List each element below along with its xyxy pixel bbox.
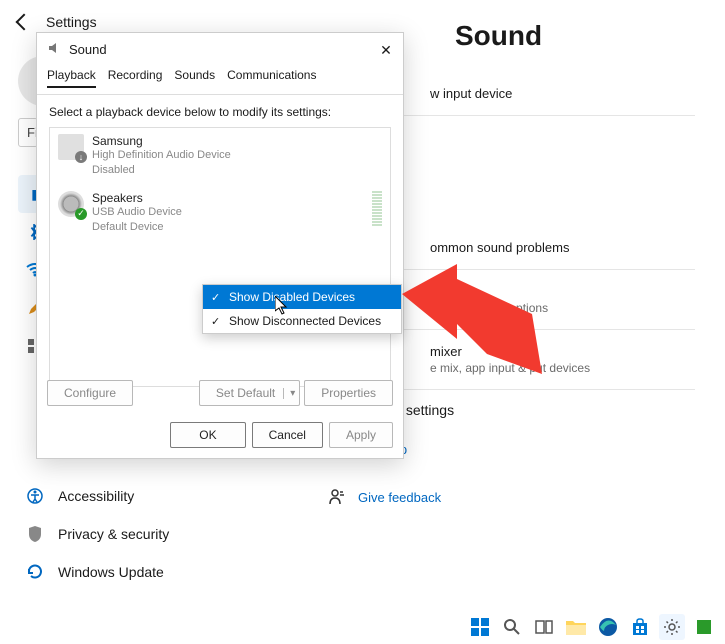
accessibility-icon	[26, 487, 44, 505]
taskbar-store[interactable]	[627, 614, 653, 640]
set-default-button[interactable]: Set Default ▾	[199, 380, 300, 406]
tab-communications[interactable]: Communications	[227, 68, 316, 88]
feedback-icon	[328, 488, 346, 506]
nav-item-windows-update[interactable]: Windows Update	[18, 553, 258, 591]
apply-button[interactable]: Apply	[329, 422, 393, 448]
sound-dialog-icon	[47, 41, 61, 58]
configure-button[interactable]: Configure	[47, 380, 133, 406]
taskbar-explorer[interactable]	[563, 614, 589, 640]
nav-item-accessibility[interactable]: Accessibility	[18, 477, 258, 515]
properties-button[interactable]: Properties	[304, 380, 393, 406]
taskbar-search[interactable]	[499, 614, 525, 640]
nav-label: Accessibility	[58, 488, 134, 504]
check-icon: ✓	[211, 315, 220, 328]
ctx-show-disconnected[interactable]: ✓ Show Disconnected Devices	[203, 309, 401, 333]
level-meter	[372, 191, 382, 236]
back-button[interactable]	[16, 14, 33, 31]
dialog-title: Sound	[69, 42, 107, 57]
close-button[interactable]: ✕	[377, 41, 395, 59]
taskbar	[459, 610, 725, 644]
feedback-link[interactable]: Give feedback	[358, 490, 441, 505]
taskbar-edge[interactable]	[595, 614, 621, 640]
monitor-icon	[58, 134, 84, 160]
find-setting-input[interactable]: Fin	[18, 118, 38, 147]
context-menu: ✓ Show Disabled Devices ✓ Show Disconnec…	[202, 284, 402, 334]
device-speakers[interactable]: Speakers USB Audio Device Default Device	[50, 185, 390, 242]
ok-button[interactable]: OK	[170, 422, 245, 448]
nav-label: Windows Update	[58, 564, 164, 580]
device-list[interactable]: Samsung High Definition Audio Device Dis…	[49, 127, 391, 387]
nav-item-privacy[interactable]: Privacy & security	[18, 515, 258, 553]
nav-label: Privacy & security	[58, 526, 169, 542]
tab-recording[interactable]: Recording	[108, 68, 163, 88]
check-icon: ✓	[211, 291, 220, 304]
taskbar-app[interactable]	[691, 614, 717, 640]
tab-sounds[interactable]: Sounds	[174, 68, 215, 88]
speaker-icon	[58, 191, 84, 217]
sound-dialog: Sound ✕ Playback Recording Sounds Commun…	[36, 32, 404, 459]
start-button[interactable]	[467, 614, 493, 640]
chevron-down-icon: ▾	[283, 388, 295, 399]
shield-icon	[26, 525, 44, 543]
device-samsung[interactable]: Samsung High Definition Audio Device Dis…	[50, 128, 390, 185]
ctx-show-disabled[interactable]: ✓ Show Disabled Devices	[203, 285, 401, 309]
taskbar-settings[interactable]	[659, 614, 685, 640]
page-title: Sound	[455, 20, 695, 52]
dialog-instruction: Select a playback device below to modify…	[49, 105, 391, 119]
feedback-row[interactable]: Give feedback	[320, 480, 695, 514]
cancel-button[interactable]: Cancel	[252, 422, 323, 448]
tab-playback[interactable]: Playback	[47, 68, 96, 88]
taskbar-task-view[interactable]	[531, 614, 557, 640]
update-icon	[26, 563, 44, 581]
settings-title: Settings	[46, 14, 97, 30]
